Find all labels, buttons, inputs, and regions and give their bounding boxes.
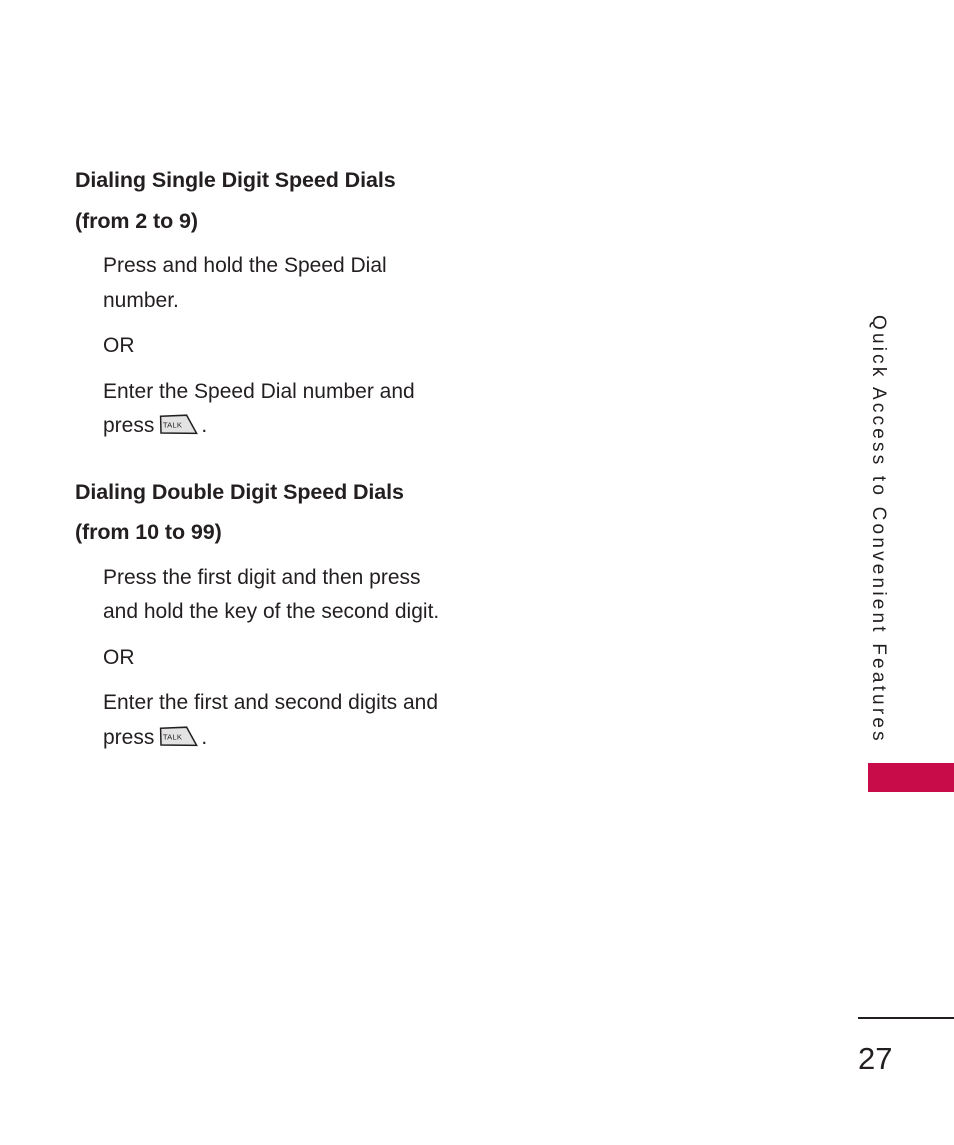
talk-key-icon: TALK: [159, 725, 199, 747]
or-separator: OR: [103, 334, 135, 357]
section-single-digit-speed-dials: Dialing Single Digit Speed Dials (from 2…: [75, 160, 495, 444]
instruction-text-before-key: Enter the Speed Dial number and press: [103, 379, 415, 438]
instruction-paragraph: Press and hold the Speed Dial number.: [103, 254, 387, 312]
talk-key-run: TALK .: [154, 726, 207, 749]
section-double-digit-speed-dials: Dialing Double Digit Speed Dials (from 1…: [75, 472, 495, 756]
instruction-text-after-key: .: [201, 414, 208, 437]
section-heading: Dialing Single Digit Speed Dials (from 2…: [75, 168, 396, 233]
svg-text:TALK: TALK: [163, 732, 182, 741]
chapter-tab-marker: [868, 763, 954, 792]
instruction-text-after-key: .: [201, 725, 208, 749]
or-separator: OR: [103, 645, 135, 669]
instruction-paragraph-with-key: Enter the first and second digits and pr…: [75, 686, 443, 755]
svg-text:TALK: TALK: [163, 421, 182, 430]
page-content: Dialing Single Digit Speed Dials (from 2…: [75, 160, 495, 755]
instruction-paragraph: Press the first digit and then press and…: [103, 565, 440, 624]
section-heading: Dialing Double Digit Speed Dials (from 1…: [75, 479, 404, 545]
chapter-tab-label: Quick Access to Convenient Features: [868, 315, 889, 744]
page-number: 27: [858, 1041, 893, 1076]
talk-key-icon: TALK: [159, 414, 199, 435]
instruction-paragraph-with-key: Enter the Speed Dial number and press TA…: [75, 375, 443, 444]
footer-divider: [858, 1017, 954, 1019]
talk-key-run: TALK .: [154, 414, 207, 437]
manual-page: Dialing Single Digit Speed Dials (from 2…: [0, 0, 954, 1145]
